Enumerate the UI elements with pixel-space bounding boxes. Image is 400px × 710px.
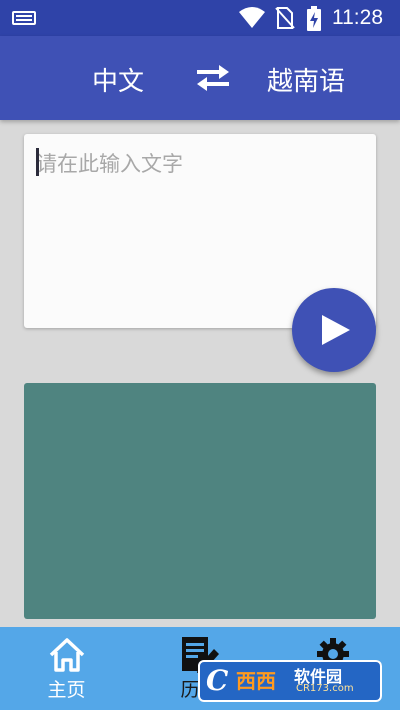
keyboard-icon bbox=[12, 11, 36, 25]
watermark-url: CR173.com bbox=[296, 683, 354, 694]
watermark-logo: C 西西 软件园 CR173.com bbox=[198, 660, 382, 702]
status-bar: 11:28 bbox=[0, 0, 400, 36]
no-sim-icon bbox=[275, 7, 295, 29]
watermark-c-icon: C bbox=[206, 664, 229, 697]
battery-charging-icon bbox=[307, 6, 321, 31]
nav-label-home: 主页 bbox=[47, 679, 86, 701]
app-bar: 中文 越南语 bbox=[0, 36, 400, 120]
source-language-button[interactable]: 中文 bbox=[92, 61, 144, 98]
watermark-title: 西西 bbox=[236, 669, 276, 693]
translate-button[interactable] bbox=[292, 288, 376, 372]
home-icon bbox=[49, 638, 84, 672]
target-language-button[interactable]: 越南语 bbox=[267, 61, 345, 98]
play-icon bbox=[322, 315, 350, 345]
wifi-icon bbox=[239, 7, 265, 28]
translation-output-card bbox=[24, 383, 376, 619]
status-time: 11:28 bbox=[332, 6, 383, 29]
swap-arrows-icon[interactable] bbox=[193, 62, 233, 94]
nav-item-home[interactable]: 主页 bbox=[0, 627, 133, 710]
text-cursor bbox=[36, 148, 39, 176]
